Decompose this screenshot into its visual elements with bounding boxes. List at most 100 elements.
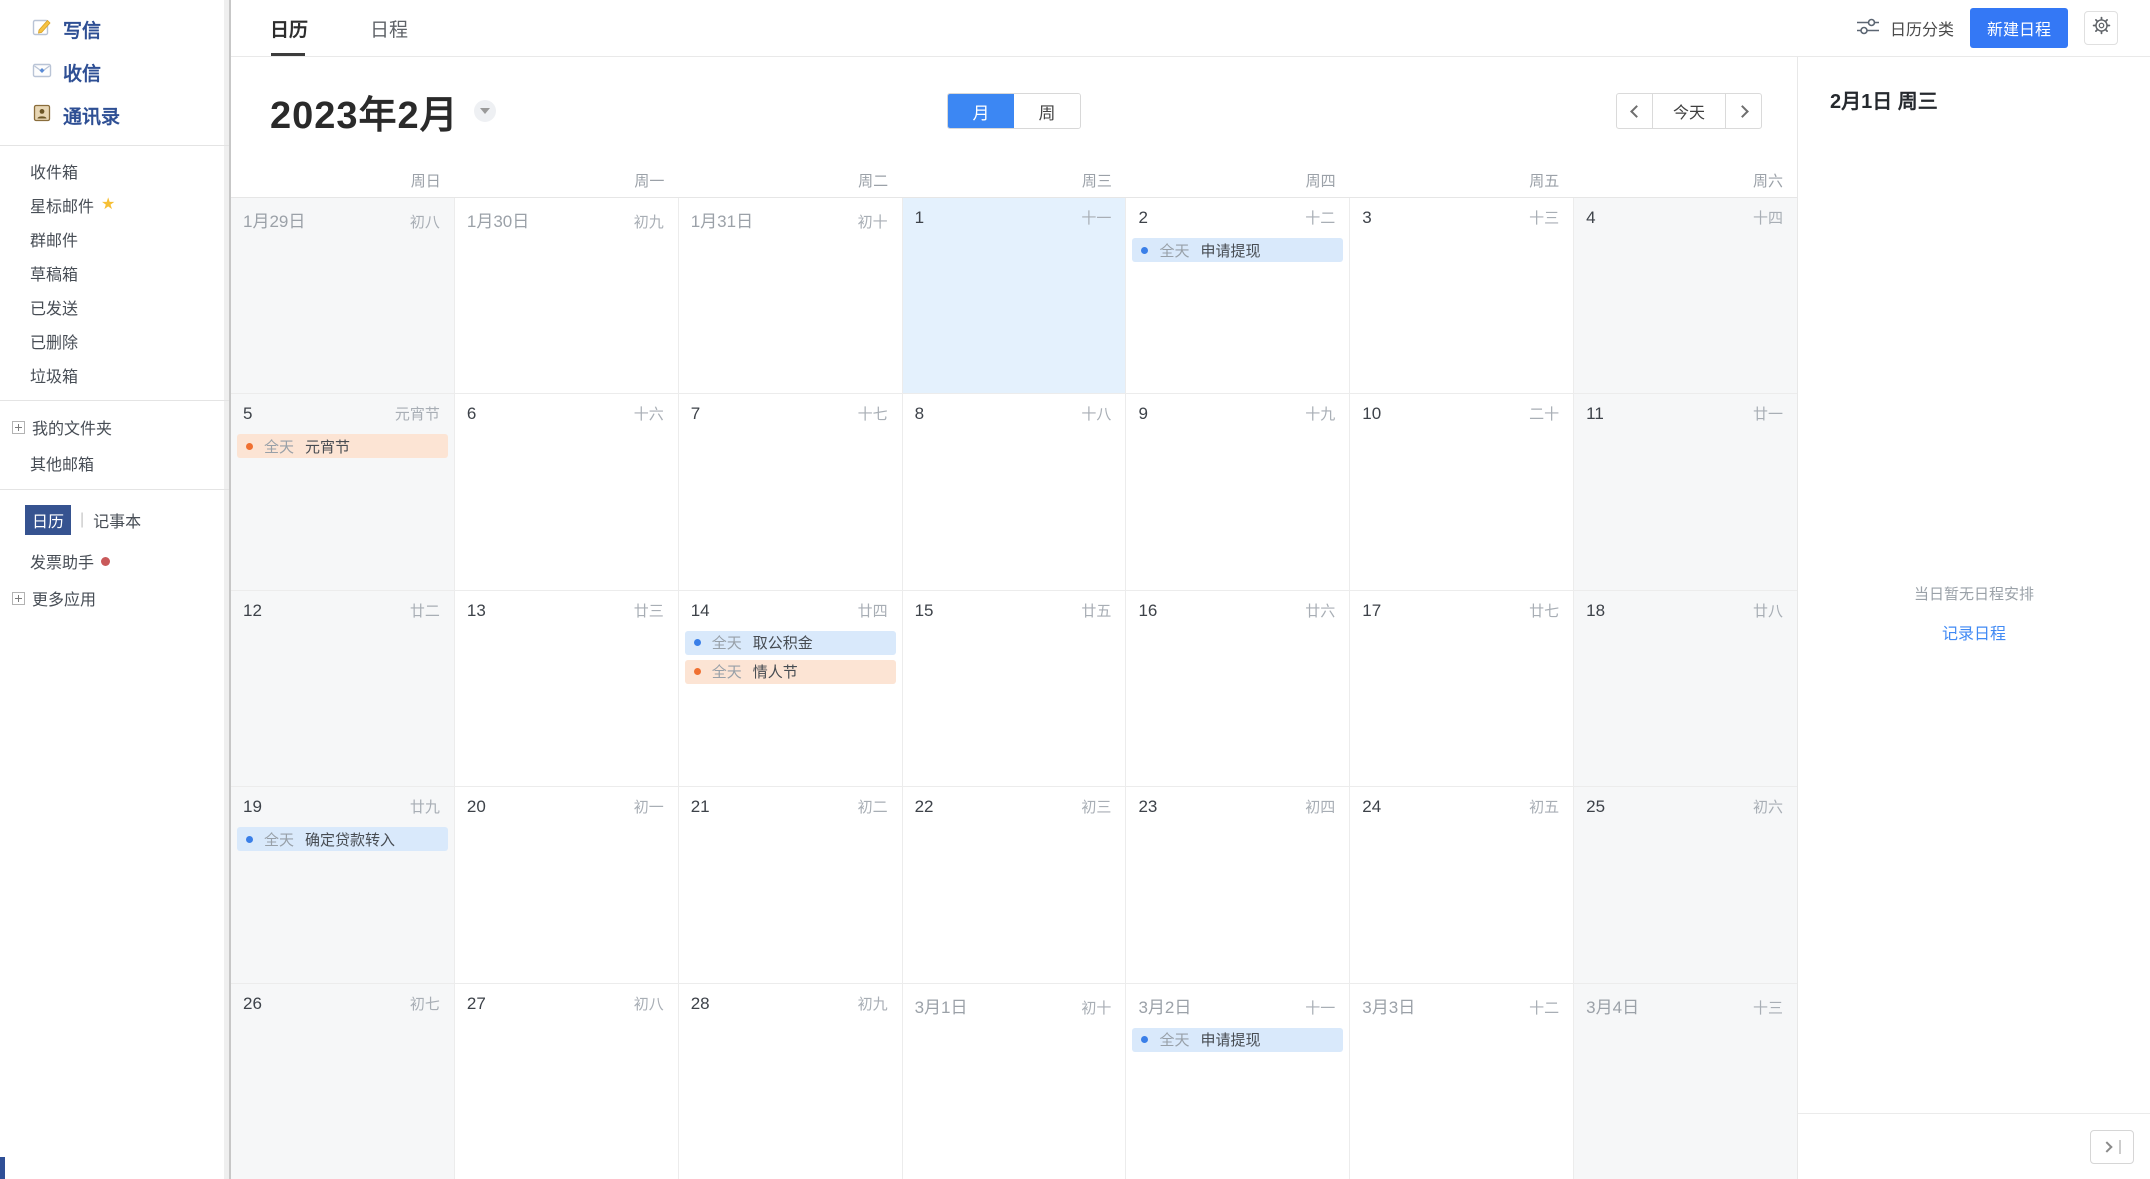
calendar-day-cell[interactable]: 25初六 (1574, 787, 1797, 982)
receive-mail-button[interactable]: 收信 (0, 51, 229, 94)
calendar-event[interactable]: 全天情人节 (685, 660, 896, 684)
toggle-month-button[interactable]: 月 (948, 94, 1014, 128)
calendar-day-cell[interactable]: 3十三 (1350, 198, 1574, 393)
sidebar-folder-item[interactable]: 收件箱 (0, 154, 229, 188)
calendar-day-cell[interactable]: 22初三 (903, 787, 1127, 982)
day-number: 1月29日 (243, 207, 305, 232)
sidebar-folder-item[interactable]: 垃圾箱 (0, 358, 229, 392)
calendar-week-row: 26初七27初八28初九3月1日初十3月2日十一全天申请提现3月3日十二3月4日… (231, 984, 1797, 1179)
day-number: 3月2日 (1138, 993, 1191, 1018)
calendar-day-cell[interactable]: 23初四 (1126, 787, 1350, 982)
sidebar-item-more-apps[interactable]: 更多应用 (0, 580, 229, 616)
calendar-day-cell[interactable]: 16廿六 (1126, 591, 1350, 786)
calendar-day-cell[interactable]: 1月30日初九 (455, 198, 679, 393)
day-number: 28 (691, 994, 710, 1014)
calendar-day-cell[interactable]: 26初七 (231, 984, 455, 1179)
contacts-book-icon (32, 103, 52, 129)
expand-plus-icon[interactable] (12, 421, 25, 434)
calendar-day-cell[interactable]: 3月3日十二 (1350, 984, 1574, 1179)
new-event-button[interactable]: 新建日程 (1970, 8, 2068, 48)
calendar-day-cell[interactable]: 9十九 (1126, 394, 1350, 589)
calendar-week-row: 19廿九全天确定贷款转入20初一21初二22初三23初四24初五25初六 (231, 787, 1797, 983)
sidebar-item-notes[interactable]: 记事本 (93, 508, 141, 532)
calendar-event[interactable]: 全天元宵节 (237, 434, 448, 458)
calendar-day-cell[interactable]: 10二十 (1350, 394, 1574, 589)
calendar-day-cell[interactable]: 21初二 (679, 787, 903, 982)
day-header: 17廿七 (1350, 600, 1573, 621)
sidebar-folder-item[interactable]: 群邮件 (0, 222, 229, 256)
day-header: 9十九 (1126, 403, 1349, 424)
day-number: 26 (243, 994, 262, 1014)
day-number: 20 (467, 797, 486, 817)
next-month-button[interactable] (1725, 93, 1762, 129)
calendar-day-cell[interactable]: 1月31日初十 (679, 198, 903, 393)
calendar-day-cell[interactable]: 1十一 (903, 198, 1127, 393)
sidebar-folder-item[interactable]: 星标邮件★ (0, 188, 229, 222)
sidebar-folder-list: 收件箱星标邮件★群邮件草稿箱已发送已删除垃圾箱 (0, 154, 229, 392)
toggle-week-button[interactable]: 周 (1014, 94, 1080, 128)
tab-calendar[interactable]: 日历 (270, 0, 308, 56)
calendar-day-cell[interactable]: 4十四 (1574, 198, 1797, 393)
day-header: 3十三 (1350, 207, 1573, 228)
calendar-day-cell[interactable]: 3月2日十一全天申请提现 (1126, 984, 1350, 1179)
calendar-day-cell[interactable]: 3月4日十三 (1574, 984, 1797, 1179)
today-button[interactable]: 今天 (1652, 93, 1726, 129)
sidebar-divider (0, 400, 229, 401)
calendar-event[interactable]: 全天确定贷款转入 (237, 827, 448, 851)
calendar-day-cell[interactable]: 7十七 (679, 394, 903, 589)
calendar-day-cell[interactable]: 5元宵节全天元宵节 (231, 394, 455, 589)
calendar-event[interactable]: 全天申请提现 (1132, 238, 1343, 262)
calendar-day-cell[interactable]: 20初一 (455, 787, 679, 982)
settings-button[interactable] (2084, 11, 2118, 45)
sidebar-folder-item[interactable]: 已发送 (0, 290, 229, 324)
expand-plus-icon[interactable] (12, 592, 25, 605)
tab-schedule[interactable]: 日程 (370, 0, 408, 56)
sidebar-item-my-folders[interactable]: 我的文件夹 (0, 409, 229, 445)
day-number: 9 (1138, 404, 1147, 424)
calendar-event[interactable]: 全天申请提现 (1132, 1028, 1343, 1052)
calendar-event[interactable]: 全天取公积金 (685, 631, 896, 655)
chevron-right-icon (2101, 1141, 2112, 1152)
sidebar-folder-item[interactable]: 草稿箱 (0, 256, 229, 290)
weekday-label: 周四 (1126, 170, 1350, 191)
calendar-day-cell[interactable]: 15廿五 (903, 591, 1127, 786)
day-number: 23 (1138, 797, 1157, 817)
sidebar-item-other-mailbox[interactable]: 其他邮箱 (0, 445, 229, 481)
collapse-panel-button[interactable] (2090, 1130, 2134, 1164)
calendar-day-cell[interactable]: 3月1日初十 (903, 984, 1127, 1179)
invoice-helper-label: 发票助手 (30, 549, 94, 573)
day-header: 3月1日初十 (903, 993, 1126, 1018)
calendar-day-cell[interactable]: 28初九 (679, 984, 903, 1179)
day-number: 25 (1586, 797, 1605, 817)
day-header: 3月4日十三 (1574, 993, 1797, 1018)
separator-pipe: | (80, 511, 84, 529)
contacts-button[interactable]: 通讯录 (0, 94, 229, 137)
day-number: 6 (467, 404, 476, 424)
calendar-day-cell[interactable]: 8十八 (903, 394, 1127, 589)
calendar-day-cell[interactable]: 12廿二 (231, 591, 455, 786)
calendar-day-cell[interactable]: 18廿八 (1574, 591, 1797, 786)
calendar-day-cell[interactable]: 17廿七 (1350, 591, 1574, 786)
calendar-day-cell[interactable]: 13廿三 (455, 591, 679, 786)
calendar-week-row: 1月29日初八1月30日初九1月31日初十1十一2十二全天申请提现3十三4十四 (231, 198, 1797, 394)
sidebar-item-invoice-helper[interactable]: 发票助手 (0, 542, 229, 580)
calendar-category-button[interactable]: 日历分类 (1855, 16, 1954, 41)
calendar-day-cell[interactable]: 19廿九全天确定贷款转入 (231, 787, 455, 982)
prev-month-button[interactable] (1616, 93, 1653, 129)
calendar-day-cell[interactable]: 1月29日初八 (231, 198, 455, 393)
calendar-day-cell[interactable]: 24初五 (1350, 787, 1574, 982)
calendar-day-cell[interactable]: 14廿四全天取公积金全天情人节 (679, 591, 903, 786)
sidebar-folder-item[interactable]: 已删除 (0, 324, 229, 358)
calendar-grid: 1月29日初八1月30日初九1月31日初十1十一2十二全天申请提现3十三4十四5… (231, 198, 1797, 1179)
sidebar-item-calendar-active[interactable]: 日历 (25, 505, 71, 535)
compose-mail-button[interactable]: 写信 (0, 8, 229, 51)
day-lunar-label: 十四 (1753, 207, 1783, 228)
calendar-day-cell[interactable]: 6十六 (455, 394, 679, 589)
record-schedule-link[interactable]: 记录日程 (1942, 620, 2006, 644)
weekday-label: 周日 (231, 170, 455, 191)
calendar-day-cell[interactable]: 11廿一 (1574, 394, 1797, 589)
month-picker-button[interactable] (474, 100, 496, 122)
calendar-day-cell[interactable]: 27初八 (455, 984, 679, 1179)
day-number: 1月30日 (467, 207, 529, 232)
calendar-day-cell[interactable]: 2十二全天申请提现 (1126, 198, 1350, 393)
